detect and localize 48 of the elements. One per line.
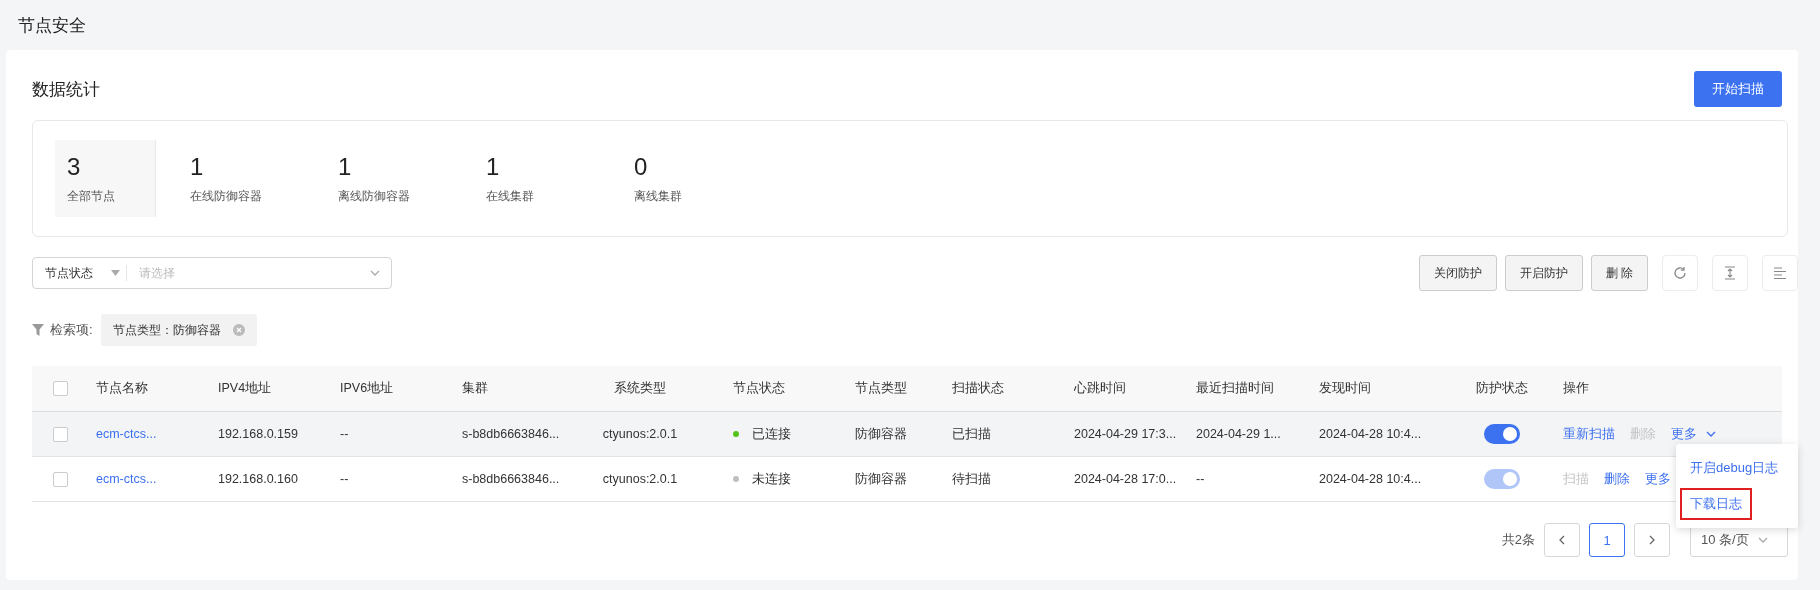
column-header: 最近扫描时间: [1196, 380, 1274, 397]
section-title: 数据统计: [32, 78, 100, 101]
stat-label: 离线集群: [634, 188, 683, 205]
column-header: 发现时间: [1319, 380, 1371, 397]
column-header: 集群: [462, 380, 488, 397]
stat-value: 3: [67, 152, 82, 182]
column-header: 节点名称: [96, 380, 148, 397]
column-header: 操作: [1563, 380, 1589, 397]
table-cell: 待扫描: [952, 470, 991, 488]
search-tags-label: 检索项:: [50, 321, 93, 339]
column-header: IPV6地址: [340, 380, 394, 397]
table-cell: --: [1196, 472, 1205, 486]
total-count: 共2条: [1501, 531, 1535, 549]
page-title: 节点安全: [17, 14, 87, 37]
table-cell: 2024-04-28 17:0...: [1074, 472, 1177, 486]
stat-value: 1: [486, 152, 501, 182]
column-header: 心跳时间: [1074, 380, 1126, 397]
stat-label: 在线防御容器: [190, 188, 263, 205]
table-cell: ctyunos:2.0.1: [602, 472, 678, 486]
column-header: 系统类型: [614, 380, 666, 397]
stat-value: 1: [338, 152, 353, 182]
column-header: 节点类型: [855, 380, 907, 397]
stat-value: 0: [634, 152, 649, 182]
stat-label: 全部节点: [67, 188, 116, 205]
stat-label: 离线防御容器: [338, 188, 411, 205]
table-cell: 防御容器: [855, 425, 907, 443]
table-cell: 192.168.0.159: [218, 427, 298, 441]
table-cell: --: [340, 427, 349, 441]
column-header: 防护状态: [1475, 380, 1528, 397]
table-cell: 未连接: [752, 470, 791, 488]
table-cell: 防御容器: [855, 470, 907, 488]
stat-label: 在线集群: [486, 188, 535, 205]
table-cell: 192.168.0.160: [218, 472, 298, 486]
table-cell: s-b8db6663846...: [462, 472, 560, 486]
column-header: 扫描状态: [952, 380, 1004, 397]
column-header: 节点状态: [733, 380, 785, 397]
table-cell: ctyunos:2.0.1: [602, 427, 678, 441]
stat-value: 1: [190, 152, 205, 182]
table-cell: 2024-04-29 1...: [1196, 427, 1281, 441]
table-cell: 2024-04-28 10:4...: [1319, 472, 1422, 486]
table-cell: 2024-04-28 10:4...: [1319, 427, 1422, 441]
tag-text: 节点类型：防御容器: [112, 321, 221, 339]
table-cell: 已连接: [752, 425, 791, 443]
table-cell: s-b8db6663846...: [462, 427, 560, 441]
table-cell: --: [340, 472, 349, 486]
table-cell: 已扫描: [952, 425, 991, 443]
column-header: IPV4地址: [218, 380, 272, 397]
table-cell: 2024-04-29 17:3...: [1074, 427, 1177, 441]
